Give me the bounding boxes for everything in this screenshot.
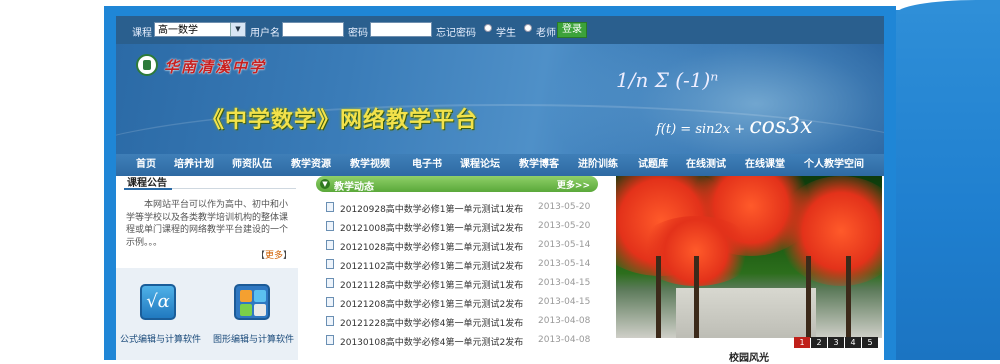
main-nav: 首页 培养计划 师资队伍 教学资源 教学视频 电子书 课程论坛 教学博客 进阶训…: [116, 154, 884, 176]
photo-caption: 校园风光: [729, 353, 769, 364]
course-select-value: 高一数学: [158, 25, 198, 36]
nav-item-question-bank[interactable]: 试题库: [638, 154, 668, 176]
news-more-link[interactable]: 更多>>: [557, 178, 590, 191]
formula-bottom: f(t) = sin2x + cos3x: [656, 114, 813, 139]
formula-bottom-b: cos3x: [749, 114, 813, 139]
username-label: 用户名: [250, 28, 280, 39]
list-item[interactable]: 20121008高中数学必修1第一单元测试2发布 2013-05-20: [326, 218, 596, 237]
announcement-title: 课程公告: [127, 178, 167, 189]
list-item[interactable]: 20121102高中数学必修1第二单元测试2发布 2013-05-14: [326, 256, 596, 275]
course-label: 课程: [132, 28, 152, 39]
document-icon: [326, 278, 334, 288]
student-radio-label: 学生: [496, 28, 516, 39]
news-title: 教学动态: [334, 182, 374, 193]
header-banner: 华南清溪中学 《中学数学》网络教学平台 1/n Σ (-1)ⁿ f(t) = s…: [116, 44, 884, 154]
teacher-radio[interactable]: [524, 24, 532, 32]
photo-page-2[interactable]: 2: [811, 337, 827, 348]
nav-item-online-test[interactable]: 在线测试: [686, 154, 726, 176]
page-right-background: [896, 0, 1000, 360]
chevron-down-icon: ▼: [320, 179, 330, 189]
photo-page-3[interactable]: 3: [828, 337, 844, 348]
campus-photo[interactable]: [616, 176, 882, 338]
password-label: 密码: [348, 28, 368, 39]
platform-title: 《中学数学》网络教学平台: [202, 108, 479, 133]
school-logo-icon: [136, 54, 158, 76]
announcement-more-link[interactable]: 【更多】: [256, 248, 292, 261]
list-item[interactable]: 20121228高中数学必修4第一单元测试1发布 2013-04-08: [326, 313, 596, 332]
nav-item-online-class[interactable]: 在线课堂: [745, 154, 785, 176]
nav-item-blog[interactable]: 教学博客: [519, 154, 559, 176]
nav-item-ebook[interactable]: 电子书: [412, 154, 442, 176]
nav-item-home[interactable]: 首页: [136, 154, 156, 176]
forgot-password-link[interactable]: 忘记密码: [436, 24, 476, 39]
photo-page-4[interactable]: 4: [845, 337, 861, 348]
photo-page-1[interactable]: 1: [794, 337, 810, 348]
nav-item-advanced[interactable]: 进阶训练: [578, 154, 618, 176]
nav-item-resources[interactable]: 教学资源: [291, 154, 331, 176]
graphics-icon[interactable]: [234, 284, 270, 320]
list-item[interactable]: 20121208高中数学必修1第三单元测试2发布 2013-04-15: [326, 294, 596, 313]
login-button[interactable]: 登录: [557, 22, 587, 38]
formula-bottom-a: f(t) = sin2x +: [656, 122, 750, 137]
list-item[interactable]: 20120928高中数学必修1第一单元测试1发布 2013-05-20: [326, 199, 596, 218]
photo-page-5[interactable]: 5: [862, 337, 878, 348]
list-item[interactable]: 20130108高中数学必修4第一单元测试2发布 2013-04-08: [326, 332, 596, 351]
nav-item-training[interactable]: 培养计划: [174, 154, 214, 176]
document-icon: [326, 221, 334, 231]
course-select[interactable]: 高一数学 ▼: [154, 22, 246, 37]
nav-item-faculty[interactable]: 师资队伍: [232, 154, 272, 176]
school-name: 华南清溪中学: [164, 58, 267, 76]
formula-top: 1/n Σ (-1)ⁿ: [616, 68, 719, 92]
student-radio[interactable]: [484, 24, 492, 32]
document-icon: [326, 316, 334, 326]
document-icon: [326, 259, 334, 269]
news-header: ▼ 教学动态 更多>>: [316, 176, 598, 193]
chevron-down-icon: ▼: [230, 23, 245, 36]
login-bar: 课程 高一数学 ▼ 用户名 密码 忘记密码 学生 老师 登录: [116, 16, 884, 44]
list-item[interactable]: 20121028高中数学必修1第二单元测试1发布 2013-05-14: [326, 237, 596, 256]
nav-item-personal-space[interactable]: 个人教学空间: [804, 154, 864, 176]
formula-icon[interactable]: √α: [140, 284, 176, 320]
formula-tool-link[interactable]: 公式编辑与计算软件: [120, 332, 201, 345]
graphics-tool-link[interactable]: 图形编辑与计算软件: [213, 332, 294, 345]
document-icon: [326, 240, 334, 250]
document-icon: [326, 202, 334, 212]
list-item[interactable]: 20121128高中数学必修1第三单元测试1发布 2013-04-15: [326, 275, 596, 294]
document-icon: [326, 297, 334, 307]
document-icon: [326, 335, 334, 345]
teacher-radio-label: 老师: [536, 28, 556, 39]
announcement-text: 本网站平台可以作为高中、初中和小学等学校以及各类教学培训机构的整体课程或单门课程…: [126, 200, 289, 248]
password-input[interactable]: [370, 22, 432, 37]
nav-item-forum[interactable]: 课程论坛: [460, 154, 500, 176]
photo-pagination: 12345: [794, 337, 879, 348]
page-left-margin: [0, 0, 104, 360]
username-input[interactable]: [282, 22, 344, 37]
nav-item-videos[interactable]: 教学视频: [350, 154, 390, 176]
main-page: 课程 高一数学 ▼ 用户名 密码 忘记密码 学生 老师 登录 华南清溪中学 《中…: [116, 16, 884, 364]
